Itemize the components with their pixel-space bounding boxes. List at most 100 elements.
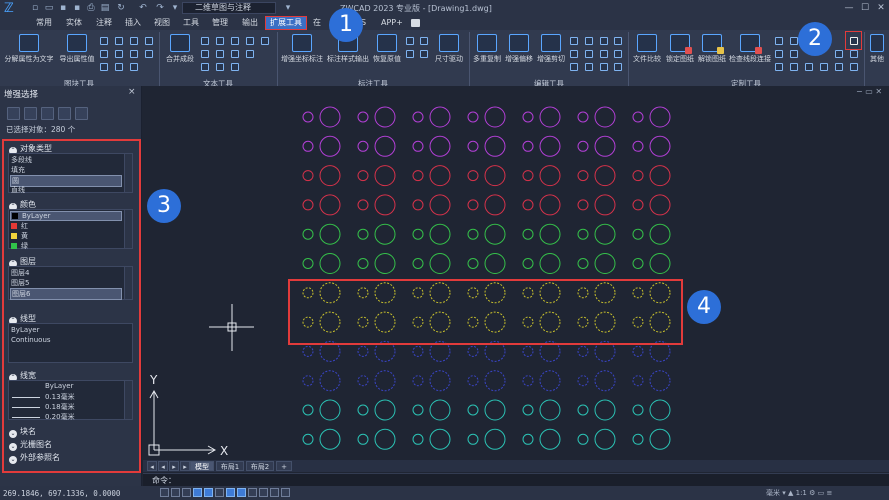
small-circle[interactable] [467,170,479,182]
large-circle[interactable] [374,253,396,274]
large-circle[interactable] [539,253,561,274]
text-tool-icon-12[interactable] [261,37,269,45]
menu-output[interactable]: 输出 [242,17,258,29]
small-circle[interactable] [357,170,369,182]
large-circle[interactable] [484,106,506,128]
small-circle[interactable] [357,375,369,387]
save-icon[interactable]: ▪ [58,3,68,13]
workspace-dropdown-icon[interactable]: ▾ [283,3,293,13]
custom-tool-icon-4[interactable] [790,37,798,45]
small-circle[interactable] [412,170,424,182]
menu-annotate[interactable]: 注释 [96,17,112,29]
edit-tool-icon-4[interactable] [585,37,593,45]
large-circle[interactable] [484,135,506,157]
custom-tool-icon-9[interactable] [835,50,843,58]
large-circle[interactable] [374,165,396,187]
file-compare-button[interactable]: 文件比较 [631,32,663,76]
merge-paragraph-button[interactable]: 合并成段 [162,32,198,76]
large-circle[interactable] [594,165,616,187]
small-circle[interactable] [357,199,369,211]
enhanced-offset-button[interactable]: 增强偏移 [504,32,534,76]
edit-tool-icon-11[interactable] [614,50,622,58]
scale-label[interactable]: 1:1 [796,489,807,497]
small-circle[interactable] [632,345,644,357]
menu-tools[interactable]: 工具 [183,17,199,29]
large-circle[interactable] [649,194,671,216]
palette-settings-icon[interactable] [75,107,88,120]
large-circle[interactable] [429,253,451,274]
small-circle[interactable] [412,140,424,152]
filter-icon[interactable] [7,107,20,120]
large-circle[interactable] [539,106,561,128]
custom-tool-icon-1[interactable] [775,37,783,45]
large-circle[interactable] [594,106,616,128]
block-tool-icon-6[interactable] [115,63,123,71]
small-circle[interactable] [412,199,424,211]
edit-tool-icon-9[interactable] [600,63,608,71]
small-circle[interactable] [632,111,644,123]
viewport-controls[interactable]: − ▭ ✕ [856,87,882,96]
small-circle[interactable] [467,258,479,269]
large-circle[interactable] [539,370,561,392]
custom-tool-icon-10[interactable] [835,63,843,71]
tab-prev-icon[interactable]: ◂ [147,461,157,471]
tab-model[interactable]: 模型 [190,461,214,471]
large-circle[interactable] [484,399,506,421]
ucs-toggle-icon[interactable] [281,488,290,497]
ortho-toggle-icon[interactable] [182,488,191,497]
large-circle[interactable] [429,165,451,187]
small-circle[interactable] [577,111,589,123]
tab-next-icon[interactable]: ◂ [158,461,168,471]
multi-copy-button[interactable]: 多重复制 [472,32,502,76]
unlock-drawing-button[interactable]: 解锁图纸 [697,32,727,76]
large-circle[interactable] [374,428,396,450]
text-tool-icon-1[interactable] [201,37,209,45]
small-circle[interactable] [302,170,314,182]
close-window-icon[interactable]: ✕ [874,2,888,14]
small-circle[interactable] [412,258,424,269]
small-circle[interactable] [632,258,644,269]
enhanced-coord-dim-button[interactable]: 增强坐标标注 [280,32,324,76]
large-circle[interactable] [594,399,616,421]
small-circle[interactable] [577,258,589,269]
small-circle[interactable] [522,404,534,416]
filter-clear-icon[interactable] [24,107,37,120]
small-circle[interactable] [302,433,314,445]
small-circle[interactable] [632,375,644,387]
large-circle[interactable] [319,428,341,450]
large-circle[interactable] [649,165,671,187]
text-tool-icon-6[interactable] [216,63,224,71]
annotation-scale-icon[interactable]: ▲ [788,489,793,497]
osnap-toggle-icon[interactable] [204,488,213,497]
open-file-icon[interactable]: ▭ [44,3,54,13]
annotation-toggle-icon[interactable] [270,488,279,497]
large-circle[interactable] [374,370,396,392]
text-tool-icon-2[interactable] [201,50,209,58]
custom-tool-icon-7[interactable] [805,63,813,71]
small-circle[interactable] [522,345,534,357]
menu-app-plus[interactable]: APP+ [381,17,403,29]
small-circle[interactable] [522,375,534,387]
large-circle[interactable] [374,106,396,128]
small-circle[interactable] [412,345,424,357]
large-circle[interactable] [594,370,616,392]
edit-tool-icon-6[interactable] [585,63,593,71]
small-circle[interactable] [357,111,369,123]
other-button[interactable]: 其他 [866,32,888,76]
small-circle[interactable] [467,404,479,416]
edit-tool-icon-12[interactable] [614,63,622,71]
large-circle[interactable] [374,223,396,245]
palette-close-icon[interactable]: × [128,87,136,97]
large-circle[interactable] [649,135,671,157]
custom-tool-icon-12[interactable] [850,63,858,71]
text-tool-icon-4[interactable] [216,37,224,45]
small-circle[interactable] [467,345,479,357]
small-circle[interactable] [577,199,589,211]
small-circle[interactable] [412,375,424,387]
small-circle[interactable] [577,404,589,416]
print-icon[interactable]: ⎙ [86,3,96,13]
large-circle[interactable] [319,106,341,128]
small-circle[interactable] [357,140,369,152]
small-circle[interactable] [577,345,589,357]
large-circle[interactable] [594,253,616,274]
